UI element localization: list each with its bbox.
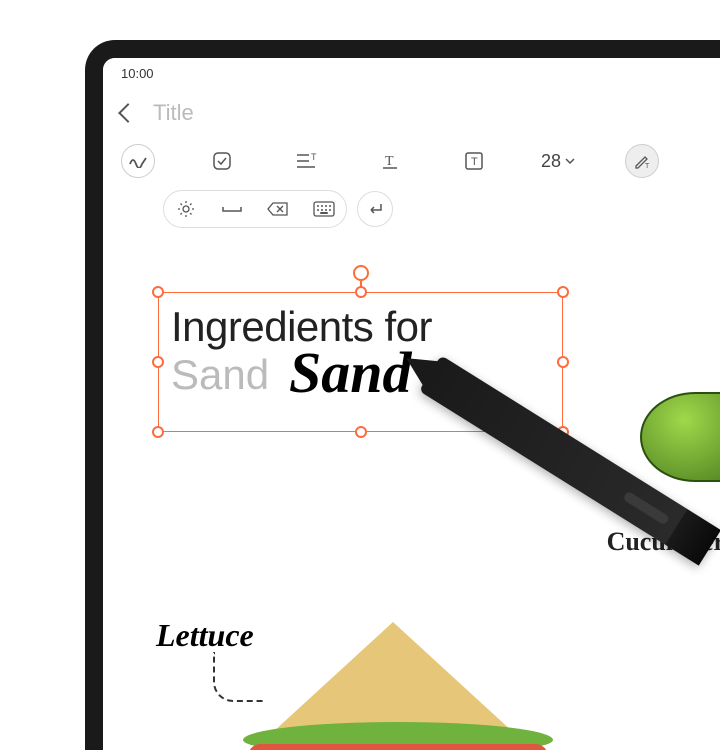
sandwich-drawing	[213, 622, 593, 750]
svg-text:T: T	[471, 156, 478, 168]
enter-button[interactable]	[357, 191, 393, 227]
backspace-button[interactable]	[264, 195, 292, 223]
svg-text:T: T	[385, 154, 394, 169]
rotate-handle[interactable]	[353, 265, 369, 281]
handwritten-ink: Sand	[289, 339, 412, 406]
keyboard-button[interactable]	[310, 195, 338, 223]
tomato-shape	[248, 744, 548, 750]
status-bar: 10:00	[103, 58, 720, 90]
handwriting-toolbar	[103, 186, 720, 232]
status-time: 10:00	[121, 66, 154, 81]
text-box-line2: Sand Sand	[159, 351, 562, 399]
back-icon[interactable]	[118, 103, 138, 123]
resize-handle-bl[interactable]	[152, 426, 164, 438]
font-size-selector[interactable]: 28	[541, 151, 575, 172]
settings-button[interactable]	[172, 195, 200, 223]
handwriting-mode-button[interactable]	[121, 144, 155, 178]
chevron-down-icon	[565, 158, 575, 164]
text-box-button[interactable]: T	[457, 144, 491, 178]
text-style-button[interactable]: T	[373, 144, 407, 178]
resize-handle-bm[interactable]	[355, 426, 367, 438]
formatting-toolbar: T T T 28 T	[103, 136, 720, 186]
svg-text:T: T	[645, 163, 650, 170]
checkbox-tool-button[interactable]	[205, 144, 239, 178]
cucumber-drawing	[640, 392, 720, 482]
space-button[interactable]	[218, 195, 246, 223]
indent-text-button[interactable]: T	[289, 144, 323, 178]
font-size-value: 28	[541, 151, 561, 172]
note-title-input[interactable]: Title	[153, 100, 194, 126]
bread-shape	[273, 622, 513, 732]
resize-handle-tl[interactable]	[152, 286, 164, 298]
app-screen: 10:00 Title T T T 28	[103, 58, 720, 750]
title-bar: Title	[103, 90, 720, 136]
converted-preview-text: Sand	[171, 351, 269, 398]
tablet-device-frame: 10:00 Title T T T 28	[85, 40, 720, 750]
pen-to-text-button[interactable]: T	[625, 144, 659, 178]
handwriting-tools-group	[163, 190, 347, 228]
resize-handle-tr[interactable]	[557, 286, 569, 298]
note-canvas[interactable]: Ingredients for Sand Sand Cucumber Lettu…	[103, 232, 720, 750]
svg-text:T: T	[311, 152, 317, 162]
resize-handle-tm[interactable]	[355, 286, 367, 298]
